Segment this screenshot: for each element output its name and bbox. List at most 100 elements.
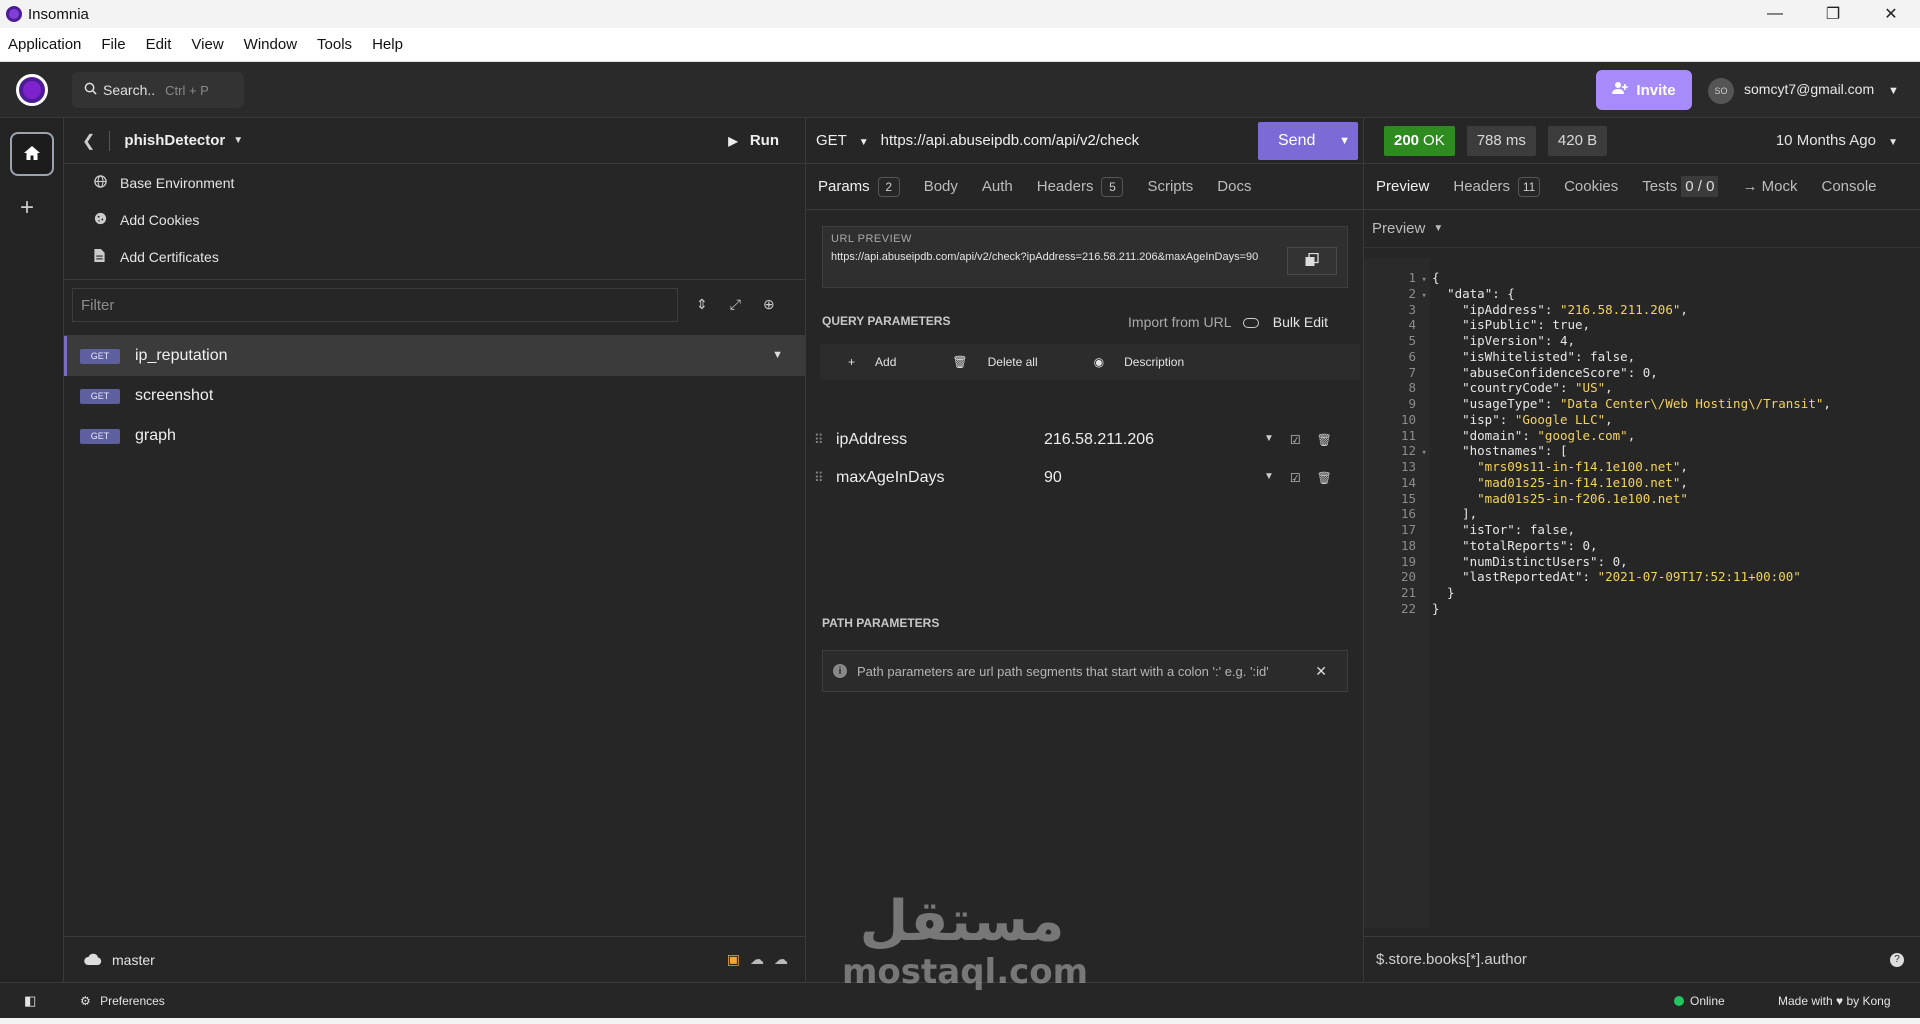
invite-button[interactable]: Invite <box>1596 70 1692 110</box>
fold-caret-icon[interactable]: ▾ <box>1416 275 1430 285</box>
menu-window[interactable]: Window <box>244 36 297 53</box>
avatar[interactable]: SO <box>1708 78 1734 104</box>
cloud-icon <box>84 952 102 968</box>
code-text: "ipVersion": 4, <box>1462 333 1576 348</box>
close-window-button[interactable]: ✕ <box>1862 0 1920 28</box>
menu-tools[interactable]: Tools <box>317 36 352 53</box>
url-input[interactable]: https://api.abuseipdb.com/api/v2/check <box>881 132 1140 149</box>
tab-params[interactable]: Params 2 <box>818 176 900 197</box>
param-name-input[interactable]: ipAddress <box>836 431 1044 449</box>
tests-count: 0 / 0 <box>1681 176 1719 197</box>
base-environment-item[interactable]: Base Environment <box>64 164 805 201</box>
project-name[interactable]: phishDetector <box>124 132 225 149</box>
chevron-down-icon[interactable]: ▼ <box>1339 135 1350 147</box>
add-cookies-item[interactable]: Add Cookies <box>64 201 805 238</box>
filter-input[interactable]: Filter <box>72 288 678 322</box>
delete-param-icon[interactable]: 🗑 <box>1317 471 1332 485</box>
response-body-viewer[interactable]: 1 ▾{2 ▾ "data": {3 "ipAddress": "216.58.… <box>1364 258 1920 928</box>
add-request-icon[interactable]: ⊕ <box>763 296 775 313</box>
box-icon[interactable]: ▣ <box>727 951 740 968</box>
tab-docs[interactable]: Docs <box>1217 178 1251 195</box>
menu-help[interactable]: Help <box>372 36 403 53</box>
user-email[interactable]: somcyt7@gmail.com ▼ <box>1744 81 1899 97</box>
minimize-button[interactable]: — <box>1746 0 1804 28</box>
delete-all-button[interactable]: 🗑 Delete all <box>938 355 1051 369</box>
help-icon[interactable]: ? <box>1890 952 1904 967</box>
chevron-down-icon[interactable]: ▼ <box>1264 471 1274 485</box>
maximize-button[interactable]: ❐ <box>1804 0 1862 28</box>
chevron-down-icon[interactable]: ▼ <box>1264 433 1274 447</box>
param-name-input[interactable]: maxAgeInDays <box>836 469 1044 487</box>
preview-mode-select[interactable]: Preview ▼ <box>1364 210 1920 248</box>
line-number: 7 <box>1408 364 1416 380</box>
url-bar: GET ▼ https://api.abuseipdb.com/api/v2/c… <box>806 118 1363 164</box>
menu-application[interactable]: Application <box>8 36 81 53</box>
count-badge: 2 <box>877 176 900 197</box>
response-history-dropdown[interactable]: 10 Months Ago ▼ <box>1776 132 1898 149</box>
search-button[interactable]: Search.. Ctrl + P <box>72 72 244 108</box>
bulk-edit-toggle[interactable] <box>1242 318 1259 329</box>
tab-preview[interactable]: Preview <box>1376 178 1429 195</box>
back-icon[interactable]: ❮ <box>82 131 95 151</box>
chevron-down-icon: ▼ <box>1433 223 1444 234</box>
run-label: Run <box>749 132 779 149</box>
tab-mock[interactable]: → Mock <box>1742 178 1797 195</box>
jsonpath-input[interactable]: $.store.books[*].author <box>1376 951 1527 968</box>
delete-param-icon[interactable]: 🗑 <box>1317 433 1332 447</box>
param-value-input[interactable]: 90 <box>1044 469 1264 487</box>
insomnia-logo[interactable] <box>16 74 48 106</box>
bulk-edit-label[interactable]: Bulk Edit <box>1273 314 1328 330</box>
tab-label: Tests <box>1642 178 1678 195</box>
menu-view[interactable]: View <box>191 36 223 53</box>
copy-url-button[interactable] <box>1287 247 1337 275</box>
drag-handle-icon[interactable]: ⠿ <box>814 470 828 486</box>
drag-handle-icon[interactable]: ⠿ <box>814 432 828 448</box>
preferences-button[interactable]: ⚙ Preferences <box>80 994 165 1008</box>
request-item-ip-reputation[interactable]: GET ip_reputation ▼ <box>64 336 805 376</box>
sort-icon[interactable]: ⇕ <box>696 296 708 313</box>
add-certificates-item[interactable]: Add Certificates <box>64 238 805 275</box>
fold-caret-icon[interactable]: ▾ <box>1416 448 1430 458</box>
response-age: 10 Months Ago <box>1775 132 1876 149</box>
import-from-url-button[interactable]: Import from URL <box>1128 314 1231 330</box>
tab-console[interactable]: Console <box>1821 178 1876 195</box>
tab-cookies[interactable]: Cookies <box>1564 178 1618 195</box>
tab-response-headers[interactable]: Headers 11 <box>1453 176 1541 197</box>
count-badge: 5 <box>1101 176 1124 197</box>
request-item-graph[interactable]: GET graph <box>64 416 805 456</box>
enable-checkbox[interactable]: ☑ <box>1290 433 1301 447</box>
param-value-input[interactable]: 216.58.211.206 <box>1044 431 1264 449</box>
home-button[interactable] <box>10 132 54 176</box>
menu-file[interactable]: File <box>101 36 125 53</box>
tab-headers[interactable]: Headers 5 <box>1037 176 1124 197</box>
code-line: 13 "mrs09s11-in-f14.1e100.net", <box>1364 459 1920 475</box>
request-menu-icon[interactable]: ▼ <box>772 349 783 361</box>
menu-edit[interactable]: Edit <box>146 36 172 53</box>
code-line: 22} <box>1364 601 1920 617</box>
method-select[interactable]: GET ▼ <box>816 132 869 149</box>
run-button[interactable]: ▶ Run <box>728 132 779 149</box>
trash-icon: 🗑 <box>952 355 968 369</box>
cloud-download-icon[interactable]: ☁ <box>750 951 764 968</box>
cloud-upload-icon[interactable]: ☁ <box>774 951 788 968</box>
url-preview-label: URL PREVIEW <box>831 233 912 245</box>
code-text: "mrs09s11-in-f14.1e100.net", <box>1477 459 1688 474</box>
expand-icon[interactable]: ⤢ <box>730 296 741 313</box>
json-key: "isPublic" <box>1462 317 1538 333</box>
send-button[interactable]: Send ▼ <box>1258 122 1358 160</box>
sidebar-toggle-icon[interactable]: ◧ <box>24 993 36 1009</box>
fold-caret-icon[interactable]: ▾ <box>1416 291 1430 301</box>
close-icon[interactable]: ✕ <box>1315 663 1327 680</box>
request-item-screenshot[interactable]: GET screenshot <box>64 376 805 416</box>
chevron-down-icon[interactable]: ▼ <box>233 135 243 146</box>
add-project-icon[interactable]: + <box>20 194 34 222</box>
add-param-button[interactable]: + Add <box>834 355 910 369</box>
branch-name[interactable]: master <box>112 952 155 968</box>
made-with-link[interactable]: Made with ♥ by Kong <box>1778 994 1891 1008</box>
enable-checkbox[interactable]: ☑ <box>1290 471 1301 485</box>
description-toggle[interactable]: ◉ Description <box>1080 355 1199 369</box>
tab-tests[interactable]: Tests 0 / 0 <box>1642 176 1719 197</box>
tab-body[interactable]: Body <box>924 178 958 195</box>
tab-auth[interactable]: Auth <box>982 178 1013 195</box>
tab-scripts[interactable]: Scripts <box>1147 178 1193 195</box>
